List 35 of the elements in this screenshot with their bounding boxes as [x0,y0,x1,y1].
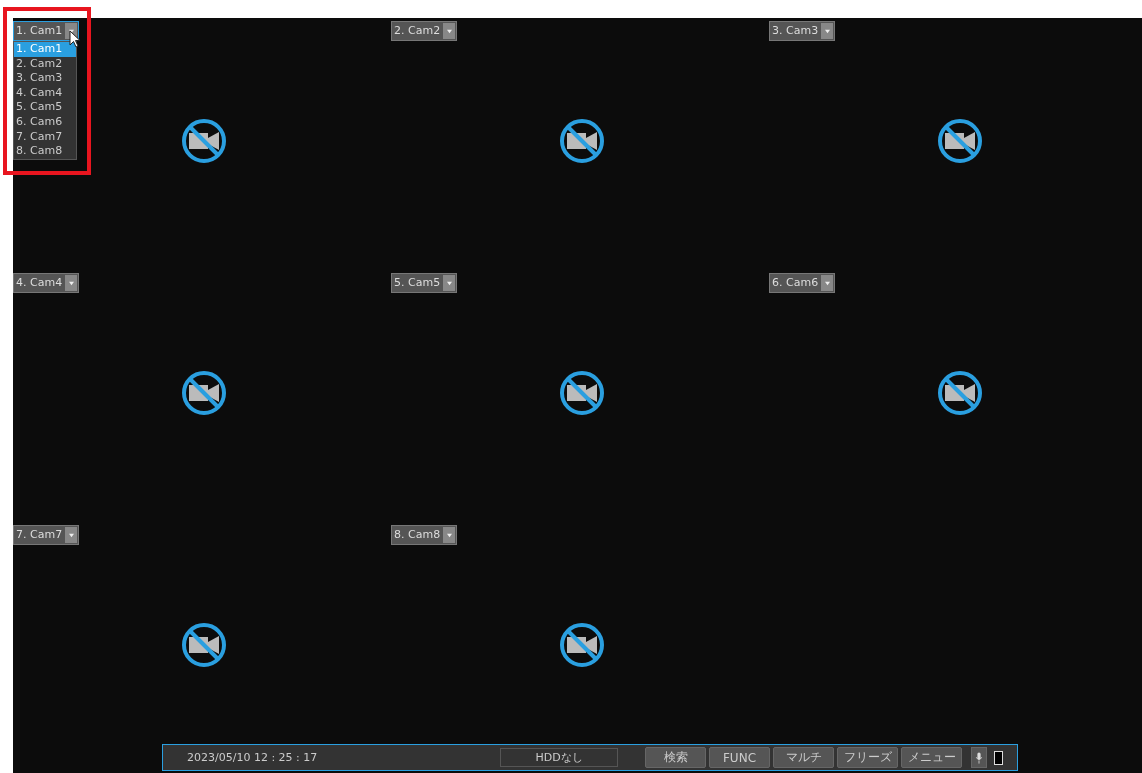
caret-icon [445,280,453,286]
caret-icon [67,28,75,34]
caret-icon [823,28,831,34]
date-time: 2023/05/10 12 : 25 : 17 [187,751,319,764]
caret-icon [67,280,75,286]
camera-select[interactable]: 3. Cam3 [769,21,836,41]
dropdown-option[interactable]: 5. Cam5 [14,100,76,115]
dropdown-option[interactable]: 3. Cam3 [14,71,76,86]
caret-icon [67,532,75,538]
dropdown-option[interactable]: 8. Cam8 [14,144,76,159]
toolbar-button[interactable]: メニュー [901,747,962,768]
caret-icon [445,28,453,34]
dropdown-option[interactable]: 7. Cam7 [14,129,76,145]
camera-select[interactable]: 5. Cam5 [391,273,458,293]
dropdown-option[interactable]: 1. Cam1 [14,42,76,57]
microphone-button[interactable] [971,747,987,768]
toolbar-button[interactable]: 検索 [645,747,706,768]
camera-select[interactable]: 7. Cam7 [13,525,80,545]
toolbar-button[interactable]: FUNC [709,747,770,768]
camera-select[interactable]: 8. Cam8 [391,525,458,545]
caret-icon [445,532,453,538]
camera-select[interactable]: 6. Cam6 [769,273,836,293]
square-icon [994,750,1003,765]
dropdown-option[interactable]: 6. Cam6 [14,114,76,130]
toolbar-button[interactable]: フリーズ [837,747,898,768]
dropdown-option[interactable]: 4. Cam4 [14,85,76,101]
microphone-icon [975,750,983,765]
caret-icon [823,280,831,286]
camera-select[interactable]: 1. Cam1 [13,21,80,41]
hdd-status: HDDなし [500,748,618,767]
camera-select[interactable]: 2. Cam2 [391,21,458,41]
camera-select[interactable]: 4. Cam4 [13,273,80,293]
mouse-cursor-icon [69,30,81,48]
dropdown-option[interactable]: 2. Cam2 [14,56,76,72]
toolbar-button[interactable]: マルチ [773,747,834,768]
